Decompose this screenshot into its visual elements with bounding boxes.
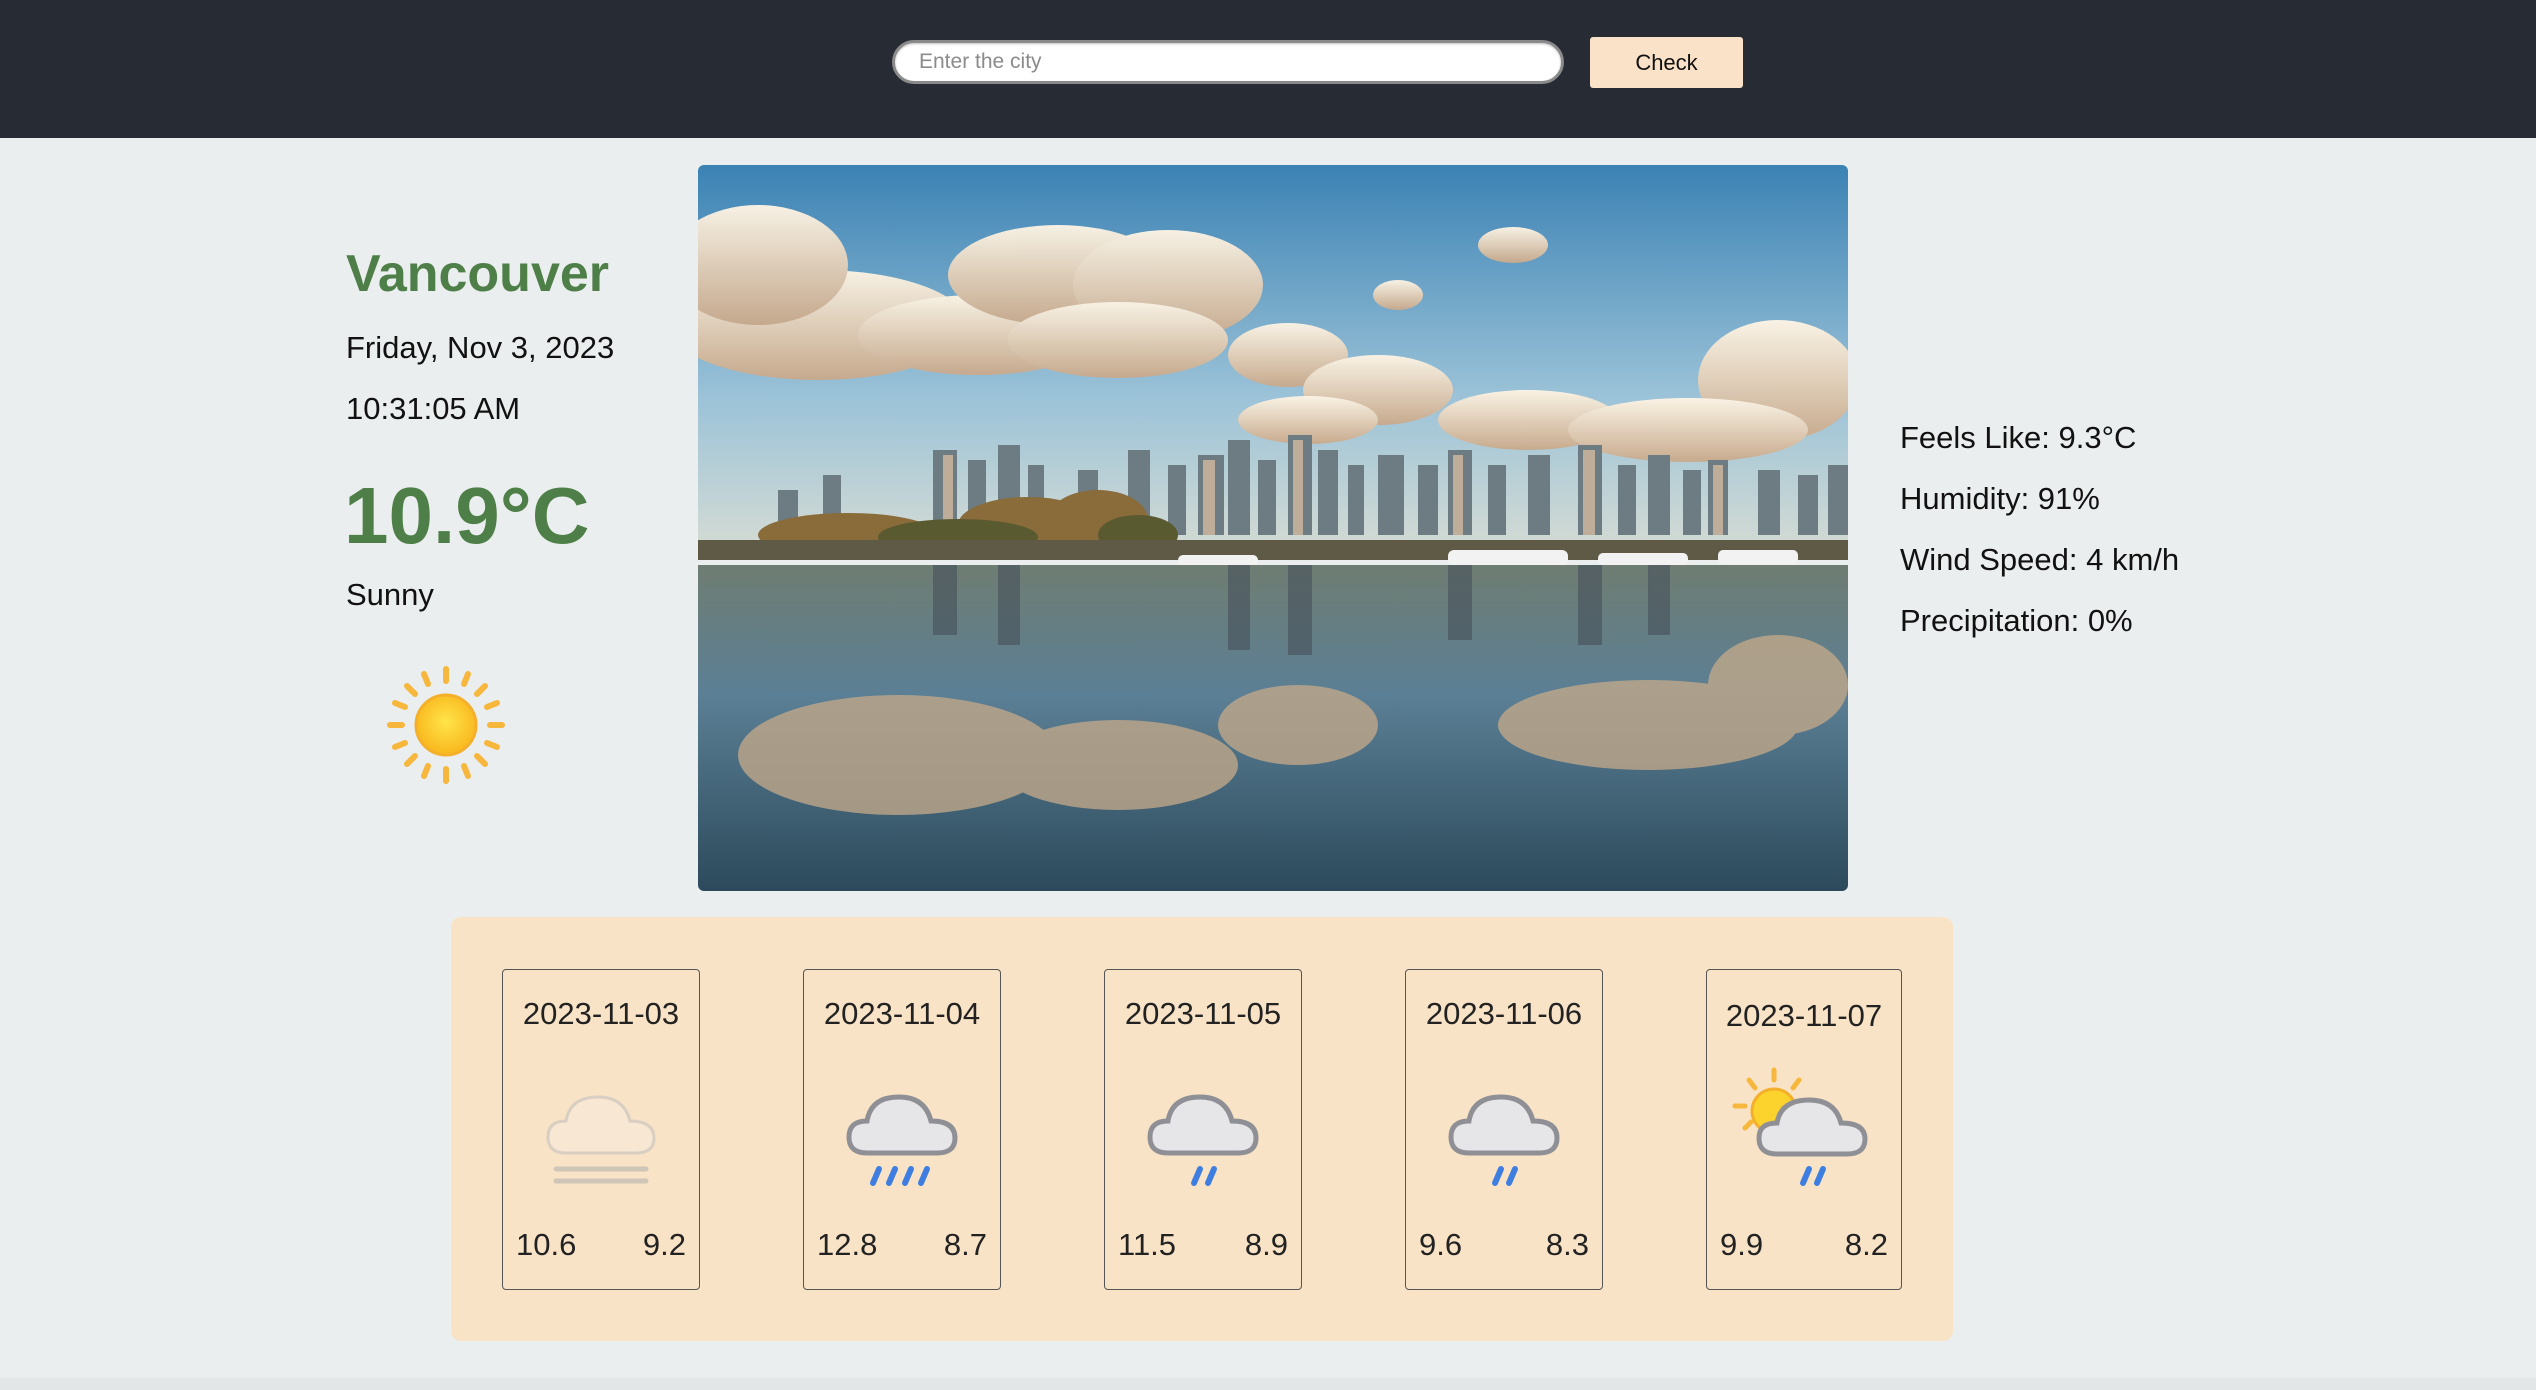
weather-condition: Sunny — [346, 577, 434, 612]
city-photo — [698, 165, 1848, 891]
bottom-edge — [0, 1378, 2536, 1390]
forecast-low: 8.2 — [1844, 1227, 1888, 1262]
humidity: Humidity: 91% — [1900, 481, 2100, 516]
forecast-low: 9.2 — [642, 1227, 686, 1262]
forecast-date: 2023-11-03 — [522, 996, 680, 1031]
forecast-card: 2023-11-05 11.5 8.9 — [1104, 969, 1302, 1290]
precipitation: Precipitation: 0% — [1900, 603, 2133, 638]
feels-like: Feels Like: 9.3°C — [1900, 420, 2137, 455]
forecast-low: 8.3 — [1545, 1227, 1589, 1262]
wind-speed: Wind Speed: 4 km/h — [1900, 542, 2180, 577]
forecast-high: 12.8 — [817, 1227, 878, 1262]
top-bar: Check — [0, 0, 2536, 138]
forecast-card: 2023-11-07 9.9 8.2 — [1706, 969, 1902, 1290]
city-name: Vancouver — [346, 245, 610, 303]
forecast-low: 8.7 — [943, 1227, 987, 1262]
city-search-input[interactable] — [892, 40, 1564, 84]
forecast-card: 2023-11-06 9.6 8.3 — [1405, 969, 1603, 1290]
forecast-card: 2023-11-04 12.8 8.7 — [803, 969, 1001, 1290]
forecast-card: 2023-11-03 10.6 9.2 — [502, 969, 700, 1290]
forecast-date: 2023-11-04 — [823, 996, 981, 1031]
forecast-panel: 2023-11-03 10.6 9.2 2023-11-04 12.8 8.7 … — [451, 917, 1953, 1341]
sun-cloud-rain-icon — [1729, 1066, 1879, 1201]
forecast-high: 11.5 — [1118, 1227, 1177, 1262]
forecast-high: 9.6 — [1419, 1227, 1463, 1262]
forecast-high: 9.9 — [1720, 1227, 1764, 1262]
sun-icon — [386, 665, 506, 785]
heavy-rain-icon — [837, 1083, 967, 1201]
forecast-high: 10.6 — [516, 1227, 577, 1262]
light-rain-icon — [1439, 1083, 1569, 1201]
light-rain-icon — [1138, 1083, 1268, 1201]
forecast-date: 2023-11-05 — [1124, 996, 1282, 1031]
current-temperature: 10.9°C — [344, 471, 590, 560]
check-button[interactable]: Check — [1590, 37, 1743, 88]
forecast-date: 2023-11-06 — [1425, 996, 1583, 1031]
current-date: Friday, Nov 3, 2023 — [346, 330, 615, 365]
current-time: 10:31:05 AM — [346, 391, 521, 426]
forecast-low: 8.9 — [1244, 1227, 1288, 1262]
forecast-date: 2023-11-07 — [1725, 998, 1883, 1033]
fog-icon — [536, 1083, 666, 1201]
